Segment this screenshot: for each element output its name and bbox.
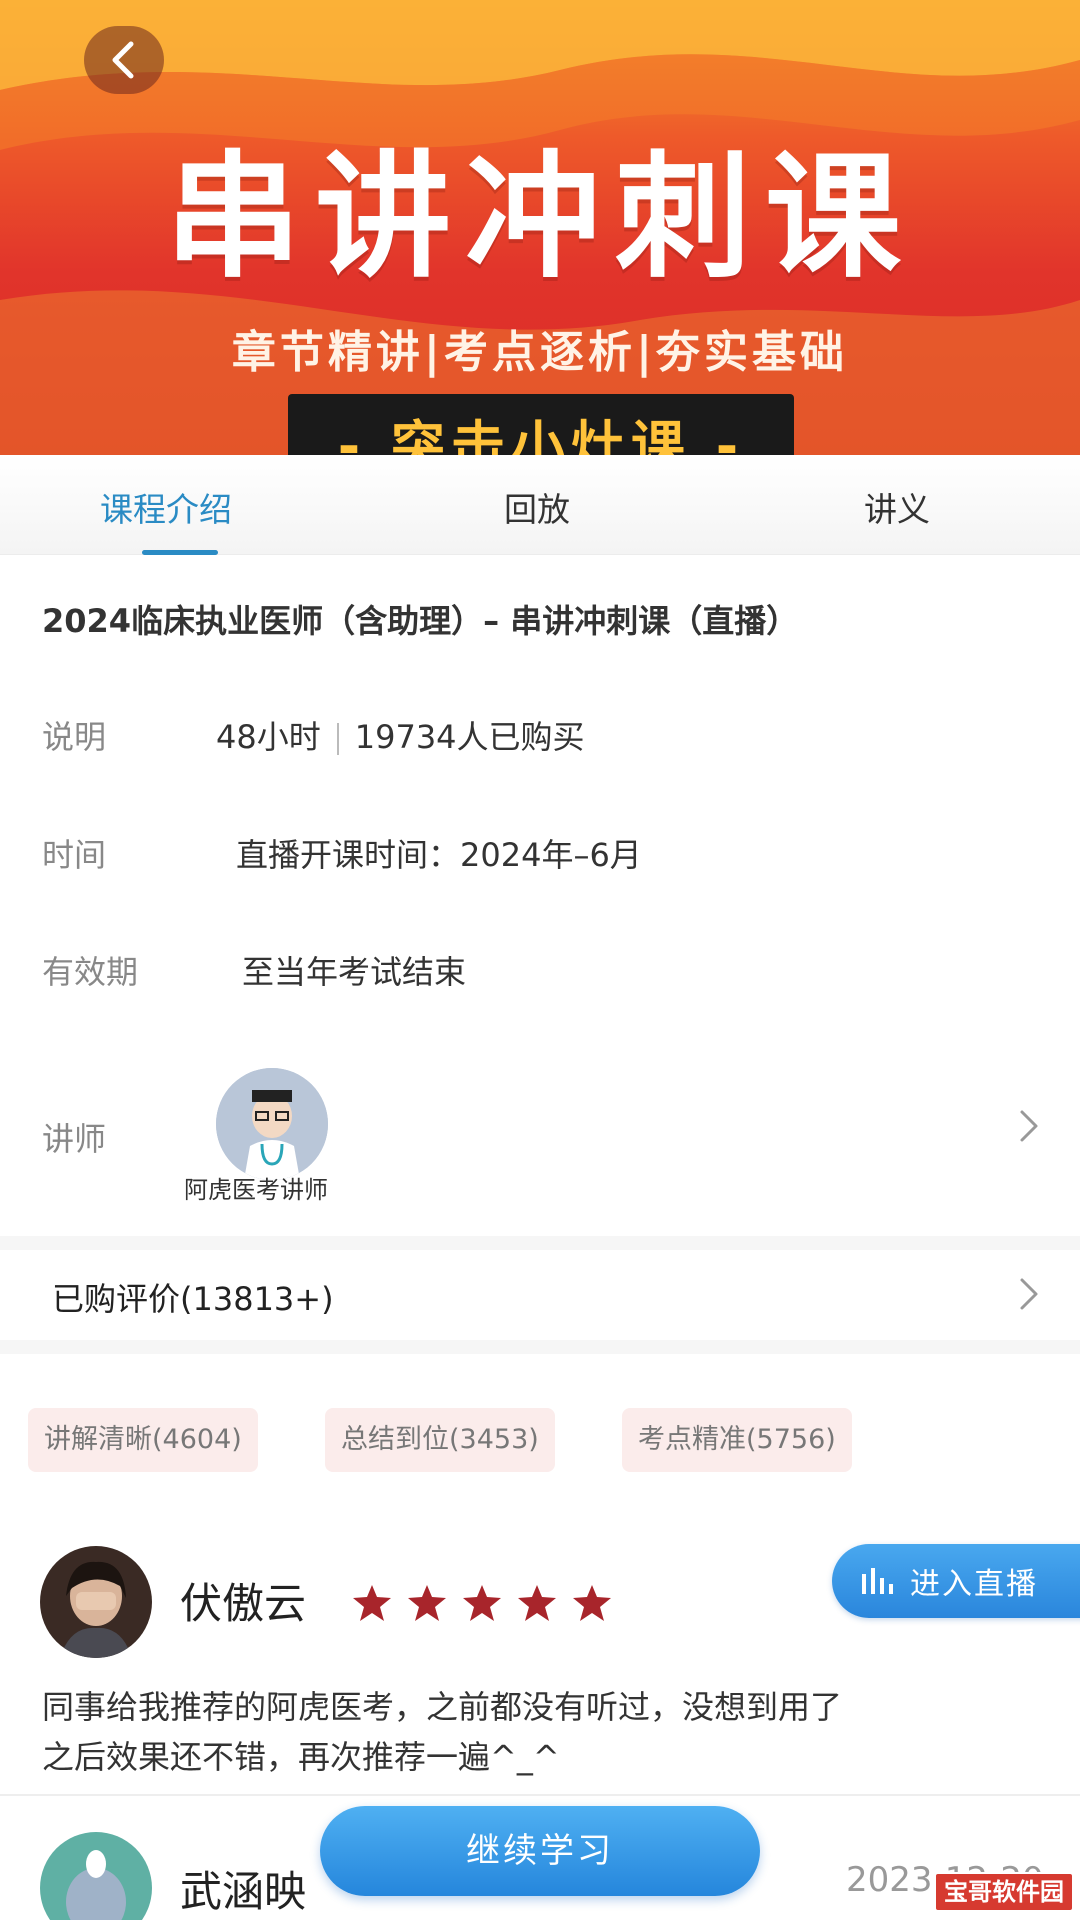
chevron-right-icon	[1020, 1110, 1038, 1142]
info-label: 有效期	[42, 953, 139, 991]
tab-handout[interactable]: 讲义	[864, 483, 930, 531]
course-title: 2024临床执业医师（含助理）– 串讲冲刺课（直播）	[42, 602, 799, 640]
info-value: 直播开课时间：2024年–6月	[236, 836, 642, 874]
continue-learning-button[interactable]: 继续学习	[320, 1806, 760, 1896]
section-divider	[0, 1236, 1080, 1250]
info-label: 说明	[42, 718, 107, 756]
info-label: 时间	[42, 836, 107, 874]
tab-course-intro[interactable]: 课程介绍	[100, 483, 232, 531]
teacher-label: 讲师	[42, 1120, 107, 1158]
star-icon	[353, 1585, 391, 1621]
bar-chart-icon	[862, 1568, 893, 1594]
banner-badge: - 突击小灶课 -	[288, 394, 794, 455]
star-icon	[408, 1585, 446, 1621]
teacher-avatar	[216, 1068, 328, 1180]
reviews-header-label: 已购评价(13813+)	[52, 1280, 334, 1318]
info-value: 48小时 19734人已购买	[216, 712, 585, 758]
purchase-count: 19734人已购买	[354, 718, 585, 756]
back-button[interactable]	[84, 26, 164, 94]
rating-stars	[352, 1584, 612, 1622]
banner-subtitle: 章节精讲|考点逐析|夯实基础	[231, 327, 849, 378]
course-banner: 串讲冲刺课 章节精讲|考点逐析|夯实基础 - 突击小灶课 -	[0, 0, 1080, 455]
star-icon	[518, 1585, 556, 1621]
doctor-avatar-icon	[216, 1068, 328, 1180]
active-tab-indicator	[142, 550, 218, 555]
teacher-row[interactable]: 讲师 阿虎医考讲师	[0, 1060, 1080, 1210]
review-tag[interactable]: 讲解清晰(4604)	[28, 1408, 258, 1472]
reviewer-name: 武涵映	[180, 1867, 307, 1916]
course-duration: 48小时	[216, 718, 321, 756]
reviewer-avatar	[40, 1546, 152, 1658]
enter-live-button[interactable]: 进入直播	[832, 1544, 1080, 1618]
reviewer-name: 伏傲云	[180, 1579, 307, 1628]
info-value: 至当年考试结束	[242, 953, 467, 991]
tab-bar: 课程介绍 回放 讲义	[0, 455, 1080, 555]
chevron-left-icon	[112, 41, 134, 79]
section-divider	[0, 1340, 1080, 1354]
enter-live-label: 进入直播	[910, 1567, 1038, 1602]
review-tag[interactable]: 考点精准(5756)	[622, 1408, 852, 1472]
review-divider	[0, 1794, 1080, 1796]
reviewer-avatar	[40, 1832, 152, 1920]
review-text-line: 之后效果还不错，再次推荐一遍^_^	[42, 1738, 560, 1776]
review-text-line: 同事给我推荐的阿虎医考，之前都没有听过，没想到用了	[42, 1688, 843, 1726]
banner-title: 串讲冲刺课	[165, 139, 915, 297]
review-text: 同事给我推荐的阿虎医考，之前都没有听过，没想到用了 之后效果还不错，再次推荐一遍…	[42, 1682, 1042, 1782]
chevron-right-icon	[1020, 1278, 1038, 1310]
person-photo-icon	[40, 1546, 152, 1658]
tab-replay[interactable]: 回放	[504, 483, 570, 531]
star-icon	[463, 1585, 501, 1621]
reviews-header[interactable]: 已购评价(13813+)	[0, 1254, 1080, 1338]
separator	[336, 723, 339, 755]
star-icon	[573, 1585, 611, 1621]
site-watermark-logo: 宝哥软件园	[934, 1872, 1074, 1912]
cartoon-avatar-icon	[40, 1832, 152, 1920]
teacher-name: 阿虎医考讲师	[184, 1176, 328, 1204]
review-tag[interactable]: 总结到位(3453)	[325, 1408, 555, 1472]
